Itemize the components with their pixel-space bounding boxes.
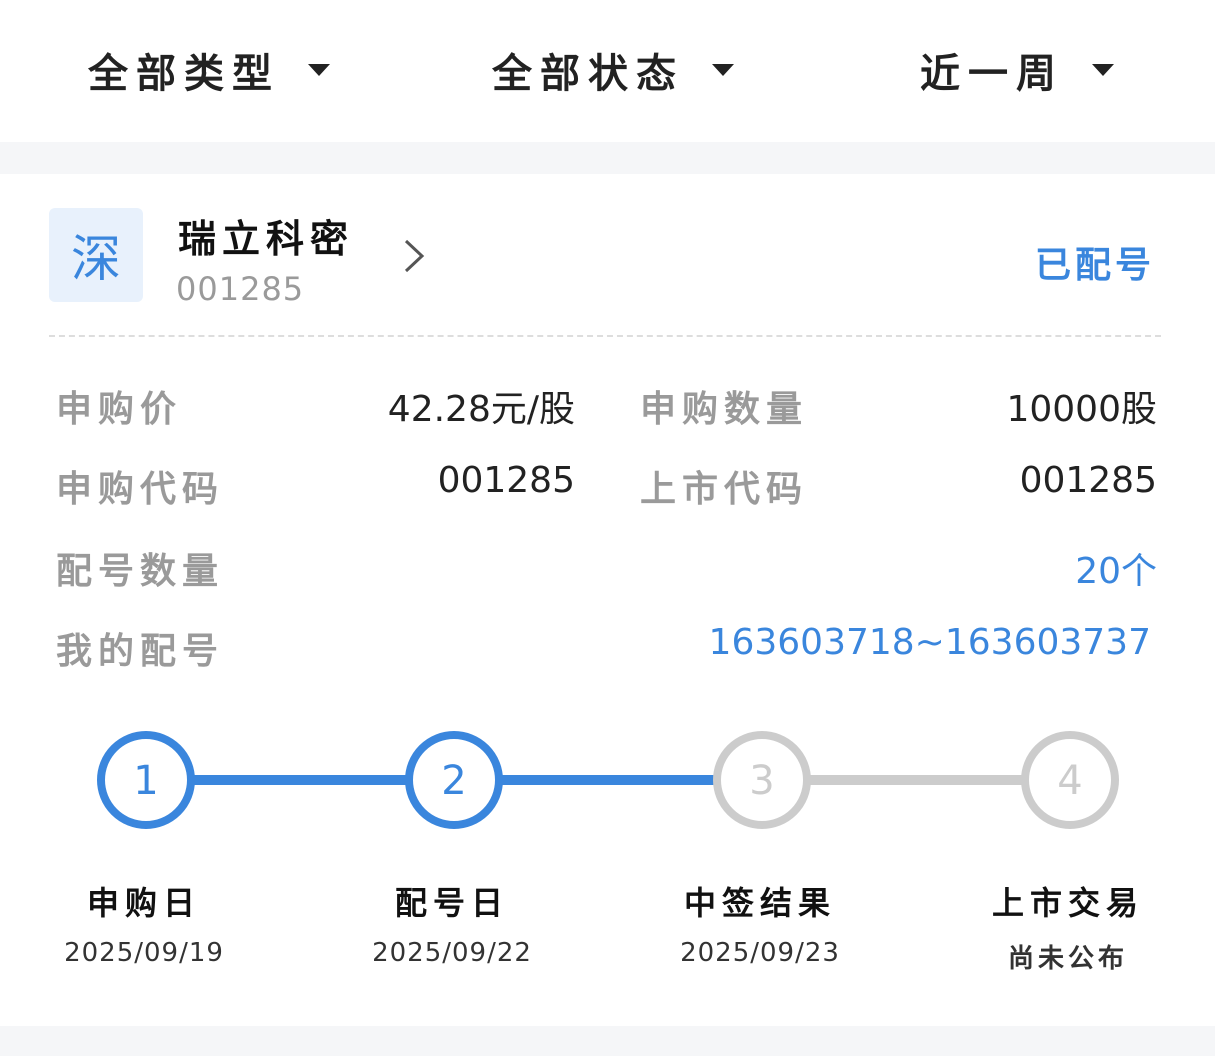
quantity-value: 10000股 [1006, 389, 1157, 430]
list-code-value: 001285 [1019, 460, 1157, 501]
ipo-card[interactable]: 深 瑞立科密 001285 已配号 申购价 42.28元/股 申购数量 1000… [0, 174, 1215, 1026]
step-node-3: 3 [713, 731, 811, 829]
divider [49, 335, 1161, 337]
filter-type-dropdown[interactable]: 全部类型 [88, 40, 330, 100]
filter-type-label: 全部类型 [88, 50, 280, 97]
filter-period-dropdown[interactable]: 近一周 [920, 40, 1114, 100]
step-number: 1 [133, 758, 158, 804]
step-date-3: 2025/09/23 [680, 938, 840, 968]
step-date-4: 尚未公布 [1007, 944, 1128, 974]
chevron-right-icon[interactable] [396, 238, 432, 274]
step-node-1: 1 [97, 731, 195, 829]
sub-code-label: 申购代码 [56, 468, 225, 510]
status-badge: 已配号 [1034, 244, 1155, 286]
step-number: 2 [441, 758, 466, 804]
caret-down-icon [712, 64, 734, 76]
my-alloc-label: 我的配号 [56, 630, 225, 672]
stock-code: 001285 [176, 270, 305, 308]
step-number: 4 [1057, 758, 1082, 804]
step-number: 3 [749, 758, 774, 804]
my-alloc-value: 163603718~163603737 [708, 622, 1151, 663]
market-badge: 深 [49, 208, 143, 302]
caret-down-icon [308, 64, 330, 76]
filter-period-label: 近一周 [920, 50, 1064, 97]
step-date-1: 2025/09/19 [64, 938, 224, 968]
list-code-label: 上市代码 [640, 468, 809, 510]
step-node-4: 4 [1021, 731, 1119, 829]
progress-stepper: 1 2 3 4 [97, 731, 1119, 829]
stock-name[interactable]: 瑞立科密 [178, 208, 354, 263]
step-node-2: 2 [405, 731, 503, 829]
price-value: 42.28元/股 [387, 389, 575, 430]
step-title-3: 中签结果 [683, 884, 836, 922]
alloc-count-value[interactable]: 20个 [1075, 542, 1157, 594]
sub-code-value: 001285 [437, 460, 575, 501]
step-title-2: 配号日 [394, 884, 509, 922]
price-label: 申购价 [56, 388, 183, 430]
filter-status-label: 全部状态 [492, 50, 684, 97]
step-title-1: 申购日 [86, 884, 201, 922]
step-date-2: 2025/09/22 [372, 938, 532, 968]
quantity-label: 申购数量 [640, 388, 809, 430]
filter-status-dropdown[interactable]: 全部状态 [492, 40, 734, 100]
filter-bar: 全部类型 全部状态 近一周 [0, 0, 1215, 142]
alloc-count-label: 配号数量 [56, 550, 225, 592]
caret-down-icon [1092, 64, 1114, 76]
step-title-4: 上市交易 [991, 884, 1144, 922]
